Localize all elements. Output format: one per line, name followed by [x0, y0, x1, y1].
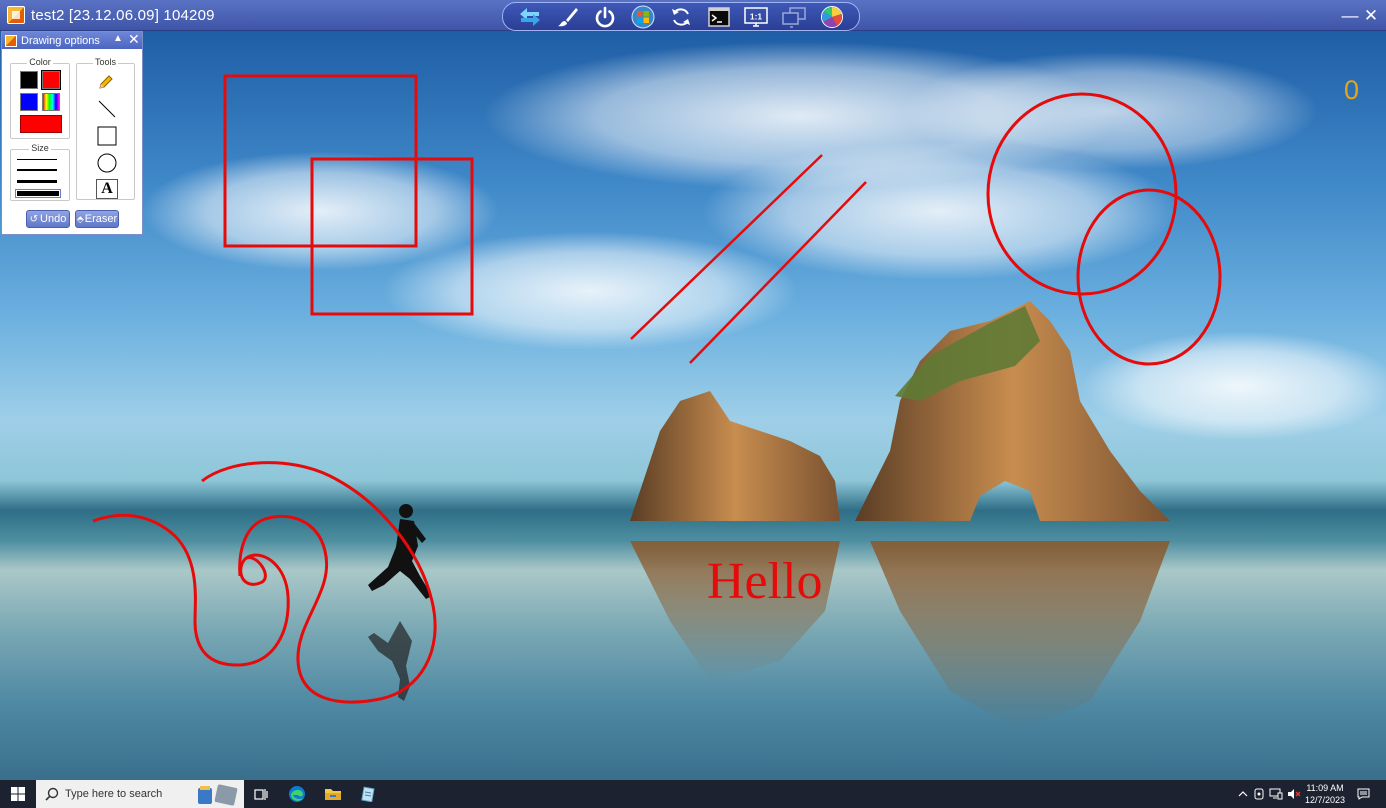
actual-size-icon[interactable]: 1:1: [743, 5, 769, 29]
color-swatch-blue[interactable]: [20, 93, 38, 111]
color-group: Color: [10, 57, 70, 139]
size-option-thin[interactable]: [17, 159, 57, 160]
edge-browser-icon[interactable]: [282, 780, 312, 808]
text-tool-icon[interactable]: A: [96, 179, 118, 199]
show-hidden-icons-chevron-icon[interactable]: [1236, 787, 1250, 801]
size-option-thick[interactable]: [17, 180, 57, 183]
panel-close-icon[interactable]: ✕: [128, 31, 140, 48]
ellipse-tool-icon[interactable]: [96, 152, 118, 174]
clock-date[interactable]: 12/7/2023: [1302, 795, 1348, 805]
remote-desktop[interactable]: Hello 0: [0, 31, 1386, 780]
undo-label: Undo: [40, 213, 67, 225]
undo-icon: ↺: [29, 213, 39, 225]
refresh-icon[interactable]: [668, 5, 694, 29]
taskbar-search-box[interactable]: Type here to search: [36, 780, 244, 808]
start-button[interactable]: [0, 780, 36, 808]
multi-monitor-icon[interactable]: [781, 5, 807, 29]
drawn-ellipse: [986, 92, 1178, 296]
eraser-button[interactable]: ⬘ Eraser: [75, 210, 119, 228]
device-tray-icon[interactable]: [1252, 787, 1266, 801]
notifications-icon[interactable]: [1356, 787, 1370, 801]
window-title: test2 [23.12.06.09] 104209: [31, 6, 215, 24]
remote-window-titlebar: test2 [23.12.06.09] 104209 1:1 — ✕: [0, 0, 1386, 31]
undo-button[interactable]: ↺ Undo: [26, 210, 70, 228]
drawn-text-hello: Hello: [707, 553, 823, 610]
color-swatch-black[interactable]: [20, 71, 38, 89]
search-placeholder: Type here to search: [65, 788, 163, 800]
search-icon: [45, 787, 59, 801]
drawing-options-title: Drawing options: [21, 34, 100, 47]
drawing-brush-icon[interactable]: [555, 5, 581, 29]
drawn-rectangle: [310, 157, 474, 316]
switch-sides-icon[interactable]: [517, 5, 543, 29]
clock-time[interactable]: 11:09 AM: [1302, 783, 1348, 793]
search-highlight-icon: [198, 784, 238, 806]
task-view-icon[interactable]: [246, 780, 276, 808]
line-tool-icon[interactable]: [96, 98, 118, 120]
close-button[interactable]: ✕: [1358, 0, 1384, 31]
volume-muted-icon[interactable]: [1287, 787, 1301, 801]
notepad-icon[interactable]: [353, 780, 383, 808]
eraser-label: Eraser: [84, 213, 118, 225]
remote-toolbar: 1:1: [502, 2, 860, 31]
drawing-annotations: Hello: [92, 74, 1222, 704]
network-icon[interactable]: [1269, 787, 1283, 801]
windows-start-icon[interactable]: [630, 5, 656, 29]
rectangle-tool-icon[interactable]: [96, 125, 118, 147]
drawing-options-header[interactable]: Drawing options ▲ ✕: [2, 31, 142, 49]
text-tool-glyph: A: [101, 180, 113, 197]
tools-group: Tools A: [76, 57, 135, 200]
drawn-rectangle: [223, 74, 418, 248]
drawn-ellipse: [1076, 188, 1222, 366]
size-option-heaviest-selected[interactable]: [15, 189, 61, 198]
counter-value: 0: [1344, 75, 1360, 105]
color-swatch-red[interactable]: [41, 70, 61, 90]
selected-color-preview: [20, 115, 62, 133]
pencil-tool-icon[interactable]: [96, 72, 116, 92]
size-option-medium[interactable]: [17, 169, 57, 171]
collapse-arrow-icon[interactable]: ▲: [113, 33, 123, 44]
power-icon[interactable]: [592, 5, 618, 29]
windows-taskbar: Type here to search 11:09 AM 12/7/2023: [0, 780, 1386, 808]
panel-logo-icon: [5, 34, 17, 47]
drawing-options-panel: Drawing options ▲ ✕ Color Tools A Size ↺…: [1, 31, 143, 235]
app-logo-icon: [7, 6, 25, 24]
drawn-freehand-spiral: [92, 513, 290, 667]
size-group-label: Size: [29, 143, 51, 153]
actual-size-label: 1:1: [750, 11, 763, 21]
tools-group-label: Tools: [92, 57, 118, 67]
color-group-label: Color: [27, 57, 53, 67]
size-group: Size: [10, 143, 70, 201]
drawn-line: [689, 181, 867, 364]
file-explorer-icon[interactable]: [318, 780, 348, 808]
color-picker-icon[interactable]: [42, 93, 60, 111]
command-prompt-icon[interactable]: [706, 5, 732, 29]
eraser-icon: ⬘: [76, 213, 84, 224]
windows-logo-icon: [11, 787, 25, 801]
color-depth-icon[interactable]: [819, 5, 845, 29]
drawn-line: [630, 154, 823, 340]
